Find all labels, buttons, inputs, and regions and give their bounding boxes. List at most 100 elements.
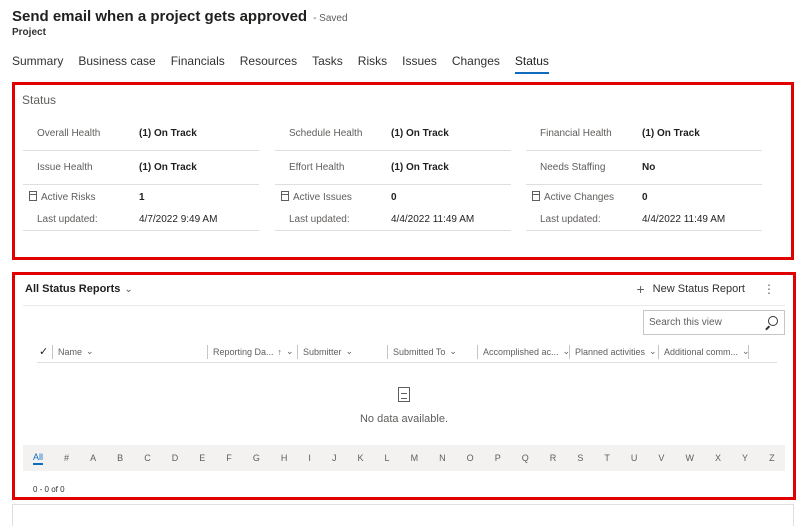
alpha-filter-item[interactable]: R	[550, 453, 557, 463]
tab-issues[interactable]: Issues	[402, 54, 437, 74]
tab-financials[interactable]: Financials	[171, 54, 225, 74]
status-column: Schedule Health (1) On Track Effort Heal…	[275, 117, 511, 231]
alpha-filter-item[interactable]: Z	[769, 453, 775, 463]
field-label: Active Risks	[41, 192, 96, 203]
field-label: Needs Staffing	[540, 162, 606, 173]
view-name: All Status Reports	[25, 283, 121, 295]
chevron-down-icon: ⌄	[742, 346, 749, 356]
section-title: Status	[22, 93, 57, 107]
field-value[interactable]: (1) On Track	[391, 128, 449, 139]
field-label: Last updated:	[37, 214, 98, 225]
view-selector[interactable]: All Status Reports ⌄	[25, 283, 133, 295]
save-status: - Saved	[313, 13, 348, 24]
alpha-filter-all[interactable]: All	[33, 452, 44, 465]
field-label: Issue Health	[37, 162, 93, 173]
alpha-filter-item[interactable]: A	[90, 453, 96, 463]
search-placeholder: Search this view	[649, 317, 722, 328]
alpha-filter-item[interactable]: O	[467, 453, 474, 463]
alpha-filter-item[interactable]: V	[658, 453, 664, 463]
column-header-reporting-date[interactable]: Reporting Da... ↑ ⌄	[208, 344, 298, 359]
alpha-filter-item[interactable]: T	[604, 453, 610, 463]
alpha-filter-item[interactable]: M	[411, 453, 419, 463]
empty-message: No data available.	[359, 413, 449, 425]
field-label: Effort Health	[289, 162, 345, 173]
alpha-filter-item[interactable]: Y	[742, 453, 748, 463]
alpha-filter-item[interactable]: U	[631, 453, 638, 463]
alphabet-filter: All # A B C D E F G H I J K L M N O P Q …	[23, 445, 785, 471]
status-field: Last updated: 4/4/2022 11:49 AM	[526, 209, 762, 231]
record-icon	[532, 191, 540, 201]
alpha-filter-item[interactable]: G	[253, 453, 260, 463]
alpha-filter-item[interactable]: S	[577, 453, 583, 463]
field-value[interactable]: 0	[391, 192, 397, 203]
divider	[23, 305, 785, 306]
alpha-filter-item[interactable]: Q	[522, 453, 529, 463]
record-icon	[29, 191, 37, 201]
alpha-filter-item[interactable]: P	[495, 453, 501, 463]
alpha-filter-item[interactable]: X	[715, 453, 721, 463]
field-value: 4/7/2022 9:49 AM	[139, 214, 218, 225]
alpha-filter-item[interactable]: E	[199, 453, 205, 463]
field-value[interactable]: No	[642, 162, 655, 173]
new-button-label: New Status Report	[652, 283, 745, 295]
status-field: Active Issues 0	[275, 185, 511, 209]
alpha-filter-item[interactable]: K	[357, 453, 363, 463]
alpha-filter-item[interactable]: D	[172, 453, 179, 463]
alpha-filter-item[interactable]: H	[281, 453, 288, 463]
status-field: Active Changes 0	[526, 185, 762, 209]
tab-tasks[interactable]: Tasks	[312, 54, 343, 74]
alpha-filter-item[interactable]: C	[144, 453, 151, 463]
tab-resources[interactable]: Resources	[240, 54, 297, 74]
tab-bar: Summary Business case Financials Resourc…	[12, 54, 564, 74]
field-value[interactable]: (1) On Track	[139, 162, 197, 173]
next-section	[12, 504, 794, 526]
column-header-accomplished[interactable]: Accomplished ac... ⌄	[478, 344, 570, 359]
chevron-down-icon: ⌄	[286, 346, 294, 356]
field-value: 4/4/2022 11:49 AM	[391, 214, 475, 225]
column-header-planned[interactable]: Planned activities ⌄	[570, 344, 659, 359]
tab-status[interactable]: Status	[514, 54, 549, 74]
field-value[interactable]: (1) On Track	[139, 128, 197, 139]
field-label: Schedule Health	[289, 128, 363, 139]
status-field: Overall Health (1) On Track	[23, 117, 259, 151]
column-header-name[interactable]: Name ⌄	[53, 344, 208, 359]
field-value[interactable]: 0	[642, 192, 648, 203]
tab-summary[interactable]: Summary	[12, 54, 63, 74]
status-field: Last updated: 4/4/2022 11:49 AM	[275, 209, 511, 231]
tab-changes[interactable]: Changes	[452, 54, 500, 74]
chevron-down-icon: ⌄	[124, 283, 133, 295]
alpha-filter-item[interactable]: L	[385, 453, 390, 463]
status-column: Overall Health (1) On Track Issue Health…	[23, 117, 259, 231]
alpha-filter-item[interactable]: I	[308, 453, 311, 463]
search-input[interactable]: Search this view	[643, 310, 785, 335]
more-options-icon[interactable]: ⋮	[763, 282, 775, 296]
column-header-submitter[interactable]: Submitter ⌄	[298, 344, 388, 359]
field-value[interactable]: 1	[139, 192, 145, 203]
alpha-filter-item[interactable]: W	[685, 453, 694, 463]
status-field: Financial Health (1) On Track	[526, 117, 762, 151]
field-label: Active Issues	[293, 192, 352, 203]
field-label: Last updated:	[289, 214, 350, 225]
tab-risks[interactable]: Risks	[358, 54, 387, 74]
field-value[interactable]: (1) On Track	[391, 162, 449, 173]
status-field: Last updated: 4/7/2022 9:49 AM	[23, 209, 259, 231]
field-value[interactable]: (1) On Track	[642, 128, 700, 139]
status-field: Effort Health (1) On Track	[275, 151, 511, 185]
alpha-filter-item[interactable]: N	[439, 453, 446, 463]
record-count: 0 - 0 of 0	[33, 485, 65, 494]
alpha-filter-item[interactable]: B	[117, 453, 123, 463]
status-field: Schedule Health (1) On Track	[275, 117, 511, 151]
search-icon[interactable]	[768, 316, 778, 326]
status-field: Issue Health (1) On Track	[23, 151, 259, 185]
alpha-filter-item[interactable]: F	[226, 453, 232, 463]
select-all-checkbox[interactable]: ✓	[39, 344, 53, 359]
alpha-filter-item[interactable]: #	[64, 453, 69, 463]
tab-business-case[interactable]: Business case	[78, 54, 155, 74]
column-header-comments[interactable]: Additional comm... ⌄	[659, 344, 749, 359]
form-header: Send email when a project gets approved …	[12, 8, 348, 38]
new-status-report-button[interactable]: + New Status Report	[636, 282, 745, 296]
status-column: Financial Health (1) On Track Needs Staf…	[526, 117, 762, 231]
entity-name: Project	[12, 27, 46, 38]
column-header-submitted-to[interactable]: Submitted To ⌄	[388, 344, 478, 359]
alpha-filter-item[interactable]: J	[332, 453, 337, 463]
